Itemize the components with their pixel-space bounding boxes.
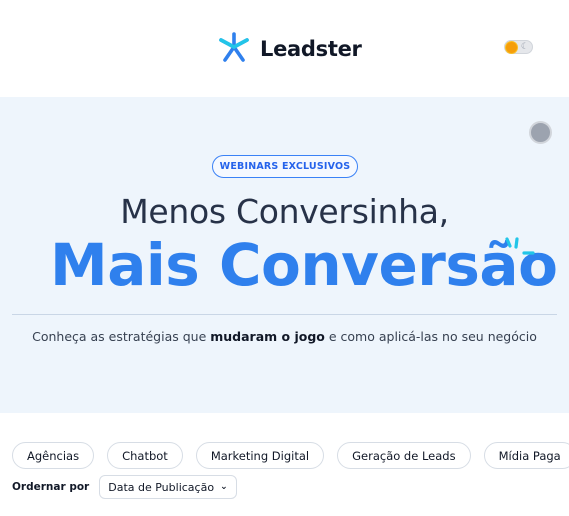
moon-icon: ☾ xyxy=(520,42,529,52)
hero-headline-line1: Menos Conversinha, xyxy=(120,192,449,231)
leadster-logo-icon xyxy=(217,31,251,67)
hero-banner: WEBINARS EXCLUSIVOS Menos Conversinha, M… xyxy=(0,97,569,413)
chip-marketing-digital[interactable]: Marketing Digital xyxy=(195,442,325,469)
theme-toggle[interactable]: ☾ xyxy=(504,40,533,54)
accessibility-button[interactable] xyxy=(529,121,552,144)
chevron-down-icon: ⌄ xyxy=(220,482,228,492)
sort-label: Ordernar por xyxy=(12,481,90,493)
chip-chatbot[interactable]: Chatbot xyxy=(107,442,183,469)
chip-midia-paga[interactable]: Mídia Paga xyxy=(483,442,569,469)
sort-select[interactable]: Data de Publicação ⌄ xyxy=(99,475,237,499)
sun-icon xyxy=(506,42,517,53)
chip-agencias[interactable]: Agências xyxy=(12,442,95,469)
sparkle-icon xyxy=(497,236,537,266)
logo-text: Leadster xyxy=(260,37,362,61)
sort-selected-value: Data de Publicação xyxy=(108,480,215,494)
chip-geracao-de-leads[interactable]: Geração de Leads xyxy=(337,442,471,469)
hero-badge: WEBINARS EXCLUSIVOS xyxy=(212,155,358,178)
site-header: Leadster ☾ xyxy=(0,0,569,97)
sort-row: Ordernar por Data de Publicação ⌄ xyxy=(12,475,237,499)
hero-subtitle-bold: mudaram o jogo xyxy=(210,329,325,344)
logo[interactable]: Leadster xyxy=(217,31,362,67)
hero-subtitle-post: e como aplicá-las no seu negócio xyxy=(324,329,537,344)
hero-headline-line2: Mais Conversão xyxy=(50,231,558,299)
hero-subtitle-pre: Conheça as estratégias que xyxy=(32,329,211,344)
hero-divider xyxy=(12,314,557,315)
hero-subtitle: Conheça as estratégias que mudaram o jog… xyxy=(0,329,569,344)
category-filters: Agências Chatbot Marketing Digital Geraç… xyxy=(12,442,569,469)
